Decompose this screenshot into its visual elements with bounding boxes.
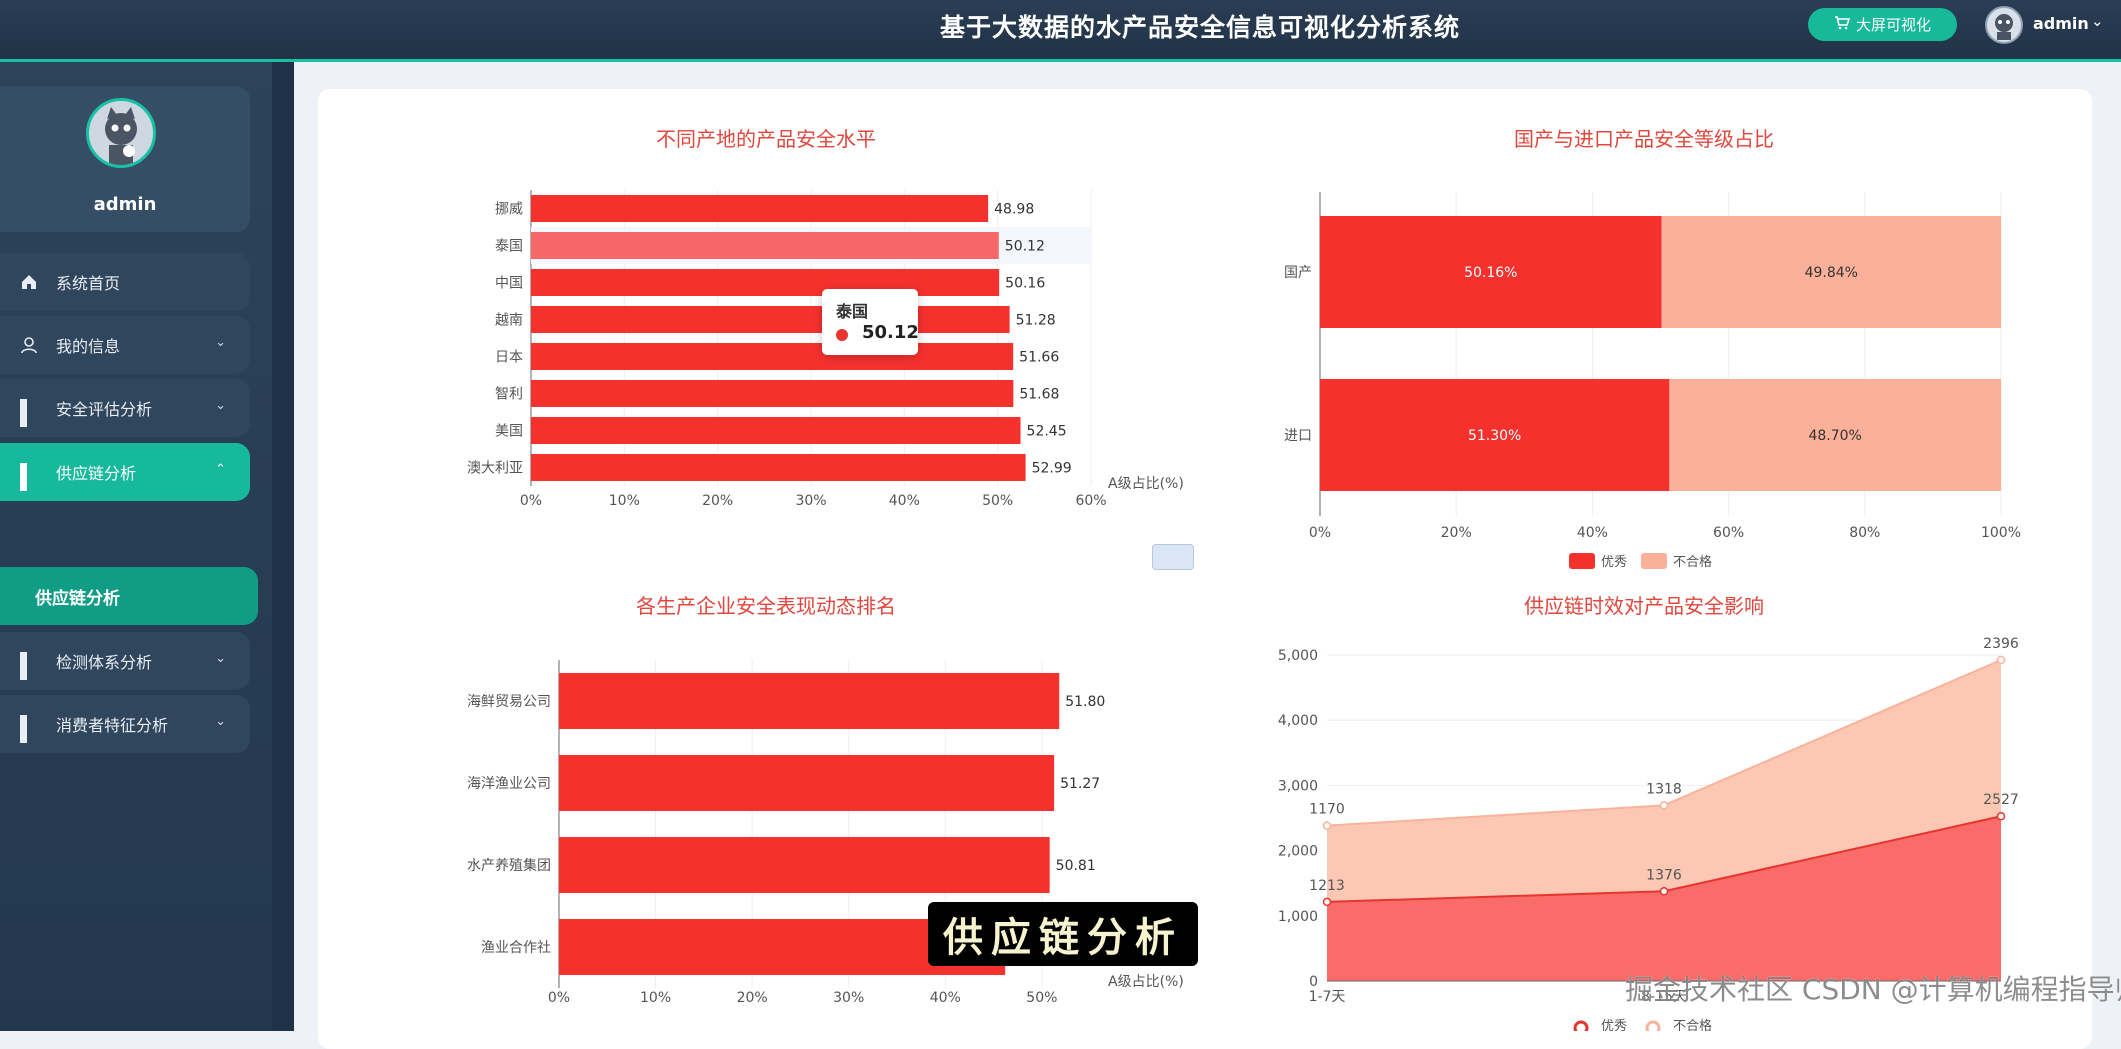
bar [559,837,1050,893]
data-label: 52.45 [1027,424,1067,440]
x-tick-label: 30% [795,493,826,509]
data-label: 48.98 [994,202,1034,218]
x-tick-label: 20% [702,493,733,509]
y-tick-label: 海洋渔业公司 [467,776,551,792]
point [1659,887,1669,896]
bar [531,232,999,259]
tooltip-name: 泰国 [836,302,869,321]
tooltip-marker [836,329,848,341]
data-label: 50.16% [1464,265,1517,281]
data-label: 50.81 [1056,858,1096,874]
bar [531,380,1014,407]
legend-label: 优秀 [1601,555,1627,570]
float-widget-icon[interactable] [1152,544,1194,570]
y-tick-label: 3,000 [1278,778,1318,794]
data-label: 51.66 [1019,350,1059,366]
y-tick-label: 4,000 [1278,713,1318,729]
point [1996,811,2006,821]
data-label: 50.12 [1005,239,1045,255]
point [1659,801,1669,810]
video-caption: 供应链分析 [928,902,1198,966]
x-tick-label: 20% [1441,525,1472,541]
x-tick-label: 10% [609,493,640,509]
point [1996,655,2006,665]
data-label: 1376 [1646,867,1682,883]
x-tick-label: 0% [520,493,542,509]
x-tick-label: 40% [889,493,920,509]
bar [531,454,1026,481]
x-axis-label: A级占比(%) [1108,476,1184,492]
y-tick-label: 澳大利亚 [467,461,523,477]
bar [531,417,1021,444]
bar [531,269,1000,296]
y-tick-label: 1,000 [1278,909,1318,925]
legend-label: 不合格 [1673,554,1712,570]
point [1322,821,1332,830]
legend-swatch [1569,553,1595,569]
legend-swatch [1573,1020,1589,1031]
x-tick-label: 40% [930,990,961,1006]
data-label: 2396 [1983,636,2019,652]
bar [559,673,1060,729]
data-label: 1170 [1309,802,1345,818]
y-tick-label: 智利 [495,387,523,403]
data-label: 1213 [1309,878,1345,894]
y-tick-label: 5,000 [1278,648,1318,664]
legend-label: 不合格 [1673,1018,1712,1031]
x-tick-label: 10% [640,990,671,1006]
x-axis-label: A级占比(%) [1108,974,1184,990]
y-tick-label: 中国 [495,276,523,292]
data-label: 51.28 [1016,313,1056,329]
data-label: 49.84% [1805,265,1858,281]
watermark-overlay: 掘金技术社区 [1625,973,1794,1006]
watermark-text: CSDN @计算机编程指导师 [1801,973,2121,1006]
x-tick-label: 80% [1849,525,1880,541]
y-tick-label: 挪威 [495,202,523,218]
charts-layer: 0% 10% 20% 30% 40% 50% 60%挪威 48.98泰国 50.12中国 50.1… [467,190,2021,1031]
data-label: 48.70% [1808,428,1861,444]
data-label: 51.27 [1060,776,1100,792]
data-label: 51.80 [1065,694,1105,710]
bar [531,306,1010,333]
bar [559,755,1055,811]
y-tick-label: 国产 [1284,265,1312,281]
y-tick-label: 渔业合作社 [481,940,551,956]
data-label: 50.16 [1005,276,1045,292]
y-tick-label: 美国 [495,424,523,440]
y-tick-label: 进口 [1284,428,1312,444]
x-tick-label: 0% [548,990,570,1006]
x-tick-label: 60% [1713,525,1744,541]
x-tick-label: 100% [1981,525,2021,541]
y-tick-label: 0 [1309,974,1318,990]
x-tick-label: 40% [1577,525,1608,541]
bar [531,195,989,222]
data-label: 52.99 [1032,461,1072,477]
y-tick-label: 2,000 [1278,844,1318,860]
x-tick-label: 30% [833,990,864,1006]
tooltip-value: 50.12 [862,322,919,343]
y-tick-label: 泰国 [495,239,523,255]
x-tick-label: 0% [1309,525,1331,541]
legend-label: 优秀 [1601,1019,1627,1031]
point [1322,897,1332,907]
y-tick-label: 越南 [495,313,523,329]
x-tick-label: 50% [1026,990,1057,1006]
data-label: 51.68 [1019,387,1059,403]
chart-tooltip: 泰国 50.12 [822,289,919,355]
bar [531,343,1014,370]
legend-swatch [1645,1020,1661,1031]
x-tick-label: 50% [982,493,1013,509]
data-label: 2527 [1983,792,2019,808]
data-label: 51.30% [1468,428,1521,444]
y-tick-label: 水产养殖集团 [467,857,551,874]
y-tick-label: 日本 [495,350,523,366]
x-tick-label: 1-7天 [1309,989,1346,1005]
y-tick-label: 海鲜贸易公司 [467,694,551,710]
watermark: 掘金技术社区 CSDN @计算机编程指导师 [1625,968,2121,1008]
data-label: 1318 [1646,781,1682,797]
x-tick-label: 20% [737,990,768,1006]
x-tick-label: 60% [1075,493,1106,509]
legend-swatch [1641,553,1667,569]
